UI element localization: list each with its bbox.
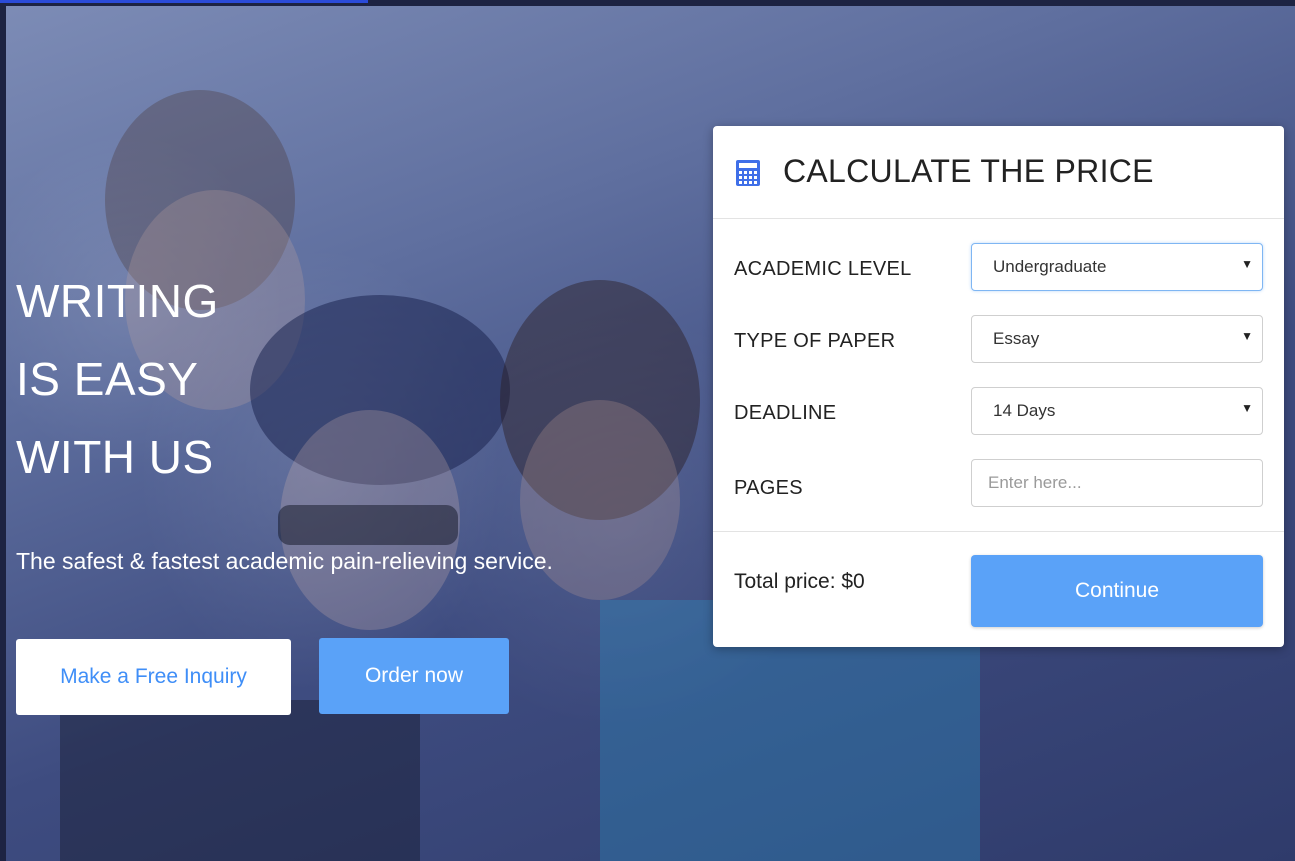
- hero-title-line: WITH US: [16, 431, 214, 483]
- paper-type-label: TYPE OF PAPER: [734, 330, 896, 352]
- deadline-value: 14 Days: [993, 401, 1056, 420]
- calculator-title: CALCULATE THE PRICE: [783, 153, 1154, 189]
- paper-type-value: Essay: [993, 329, 1040, 348]
- price-calculator: CALCULATE THE PRICE ACADEMIC LEVEL Under…: [713, 126, 1284, 647]
- paper-type-select[interactable]: Essay ▼: [971, 315, 1263, 363]
- dropdown-arrow-icon: ▼: [1241, 401, 1253, 415]
- hero-title-line: IS EASY: [16, 353, 199, 405]
- hero-subtitle: The safest & fastest academic pain-relie…: [16, 548, 553, 574]
- dropdown-arrow-icon: ▼: [1241, 329, 1253, 343]
- dropdown-arrow-icon: ▼: [1241, 257, 1253, 271]
- academic-level-label: ACADEMIC LEVEL: [734, 258, 912, 280]
- order-now-button[interactable]: Order now: [319, 638, 509, 714]
- academic-level-select[interactable]: Undergraduate ▼: [971, 243, 1263, 291]
- calculator-divider: [713, 531, 1284, 532]
- pages-input[interactable]: [971, 459, 1263, 507]
- hero-section: WRITING IS EASY WITH US The safest & fas…: [0, 0, 1295, 861]
- top-accent-bar: [0, 0, 368, 3]
- continue-button[interactable]: Continue: [971, 555, 1263, 627]
- total-price: Total price: $0: [734, 570, 865, 593]
- calculator-icon: [736, 160, 760, 186]
- deadline-label: DEADLINE: [734, 402, 837, 424]
- left-frame: [0, 0, 6, 861]
- free-inquiry-button[interactable]: Make a Free Inquiry: [16, 639, 291, 715]
- academic-level-value: Undergraduate: [993, 257, 1107, 276]
- hero-title: WRITING IS EASY WITH US: [16, 262, 436, 496]
- hero-title-line: WRITING: [16, 275, 219, 327]
- calculator-header: CALCULATE THE PRICE: [713, 126, 1284, 219]
- deadline-select[interactable]: 14 Days ▼: [971, 387, 1263, 435]
- pages-label: PAGES: [734, 477, 803, 499]
